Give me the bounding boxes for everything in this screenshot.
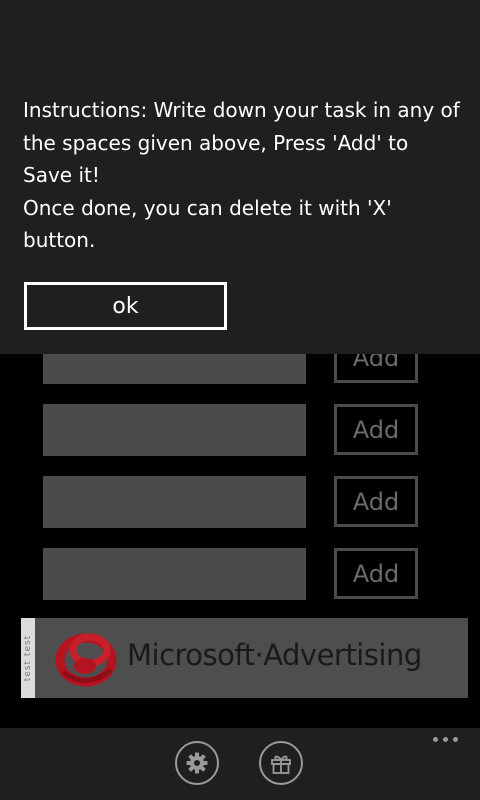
task-row: Add	[0, 476, 480, 528]
ellipsis-dot	[453, 737, 458, 742]
task-row: Add	[0, 404, 480, 456]
ellipsis-dot	[443, 737, 448, 742]
dialog-message: Instructions: Write down your task in an…	[23, 94, 463, 257]
task-input[interactable]	[43, 476, 306, 528]
add-button[interactable]: Add	[334, 548, 418, 599]
ad-test-label: test test	[23, 634, 33, 682]
ellipsis-dot	[433, 737, 438, 742]
app-screen: Add Add Add Add test test Microsoft·Adve…	[0, 0, 480, 800]
dialog-message-line-1: Instructions: Write down your task in an…	[23, 98, 460, 187]
instructions-dialog: Instructions: Write down your task in an…	[0, 0, 480, 354]
ad-test-strip: test test	[21, 618, 35, 698]
gift-button[interactable]	[259, 741, 303, 785]
dialog-message-line-2: Once done, you can delete it with 'X' bu…	[23, 195, 392, 253]
gift-icon	[271, 755, 291, 774]
more-options-button[interactable]	[433, 737, 458, 742]
gear-icon	[186, 752, 208, 774]
ok-button[interactable]: ok	[24, 282, 227, 330]
ad-text: Microsoft·Advertising	[127, 638, 422, 672]
add-button[interactable]: Add	[334, 404, 418, 455]
settings-button[interactable]	[175, 741, 219, 785]
task-input[interactable]	[43, 404, 306, 456]
ad-banner[interactable]: test test Microsoft·Advertising	[21, 618, 468, 698]
task-input[interactable]	[43, 548, 306, 600]
task-row: Add	[0, 548, 480, 600]
add-button[interactable]: Add	[334, 476, 418, 527]
app-bar	[0, 728, 480, 800]
microsoft-advertising-logo-icon	[55, 633, 117, 687]
